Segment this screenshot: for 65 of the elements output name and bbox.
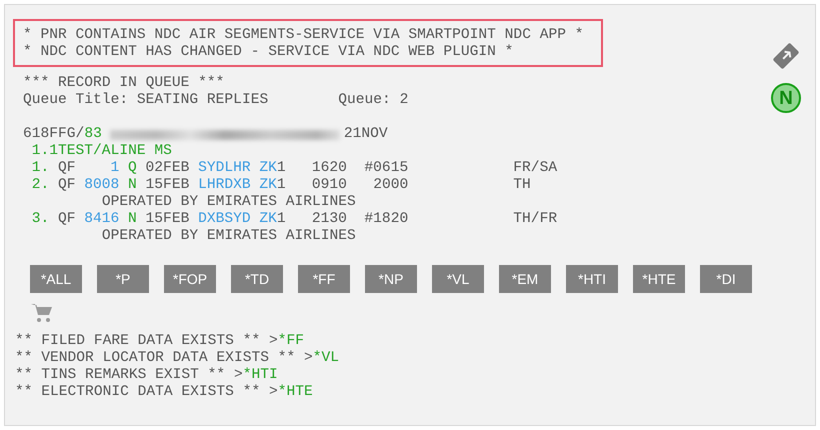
travel-days: FR/SA xyxy=(513,160,558,176)
travel-date: 15FEB xyxy=(146,177,190,193)
command-button[interactable]: *VL xyxy=(432,265,484,293)
command-button[interactable]: *HTI xyxy=(566,265,618,293)
notice-text: ** ELECTRONIC DATA EXISTS ** > xyxy=(15,384,278,401)
alert-line: * NDC CONTENT HAS CHANGED - SERVICE VIA NDC WEB PLUGIN * xyxy=(23,44,514,61)
arrival-time: #0615 xyxy=(364,160,408,176)
route: LHRDXB xyxy=(198,177,251,193)
operated-by: OPERATED BY EMIRATES AIRLINES xyxy=(102,194,356,211)
route: DXBSYD xyxy=(198,211,251,227)
booking-class: Q xyxy=(128,160,137,176)
record-date: 21NOV xyxy=(344,126,388,143)
command-button[interactable]: *DI xyxy=(700,265,752,293)
operated-by: OPERATED BY EMIRATES AIRLINES xyxy=(102,228,356,245)
cart-icon[interactable] xyxy=(31,303,53,323)
notice-text: ** TINS REMARKS EXIST ** > xyxy=(15,367,243,384)
segment-number: 3. xyxy=(32,211,50,227)
departure-time: 0910 xyxy=(312,177,347,193)
arrival-time: 2000 xyxy=(373,177,408,193)
command-button[interactable]: *FOP xyxy=(164,265,216,293)
command-button[interactable]: *P xyxy=(97,265,149,293)
booking-class: N xyxy=(128,211,137,227)
seat-count: 1 xyxy=(276,160,286,176)
booking-class: N xyxy=(128,177,137,193)
airline-code: QF xyxy=(58,211,76,227)
segment-number: 1. xyxy=(32,160,50,176)
segment-status: ZK xyxy=(259,177,277,193)
command-button[interactable]: *TD xyxy=(231,265,283,293)
travel-days: TH/FR xyxy=(513,211,558,227)
command-button[interactable]: *EM xyxy=(499,265,551,293)
seat-count: 1 xyxy=(276,177,286,193)
notice-command[interactable]: *HTI xyxy=(242,367,278,384)
command-button[interactable]: *HTE xyxy=(633,265,685,293)
notice-command[interactable]: *FF xyxy=(278,333,304,350)
command-button[interactable]: *ALL xyxy=(30,265,82,293)
departure-time: 2130 xyxy=(312,211,347,227)
notice-text: ** VENDOR LOCATOR DATA EXISTS ** > xyxy=(15,350,313,367)
record-locator: 618FFG/ xyxy=(23,126,84,143)
flight-number: 8008 xyxy=(84,177,120,193)
travel-days: TH xyxy=(513,177,531,193)
segment-number: 2. xyxy=(32,177,50,193)
arrival-time: #1820 xyxy=(364,211,408,227)
queue-number: Queue: 2 xyxy=(338,92,408,109)
flight-number: 1 xyxy=(110,160,120,176)
command-button[interactable]: *FF xyxy=(298,265,350,293)
route: SYDLHR xyxy=(198,160,251,176)
queue-title: Queue Title: SEATING REPLIES xyxy=(23,92,270,109)
agent-code: 83 xyxy=(84,126,102,143)
airline-code: QF xyxy=(58,177,76,193)
airline-code: QF xyxy=(58,160,76,176)
notice-command[interactable]: *HTE xyxy=(278,384,313,401)
command-button[interactable]: *NP xyxy=(365,265,417,293)
flight-number: 8416 xyxy=(84,211,120,227)
segment-status: ZK xyxy=(259,211,277,227)
status-badge: N xyxy=(771,83,801,113)
segment-status: ZK xyxy=(259,160,277,176)
alert-line: * PNR CONTAINS NDC AIR SEGMENTS-SERVICE VIA SMARTPOINT NDC APP * xyxy=(23,27,584,44)
departure-time: 1620 xyxy=(312,160,347,176)
seat-count: 1 xyxy=(276,211,286,227)
travel-date: 15FEB xyxy=(146,211,190,227)
travel-date: 02FEB xyxy=(146,160,190,176)
passenger-name: 1.1TEST/ALINE MS xyxy=(32,143,172,160)
queue-heading: *** RECORD IN QUEUE *** xyxy=(23,75,224,92)
notice-command[interactable]: *VL xyxy=(312,350,340,367)
notice-text: ** FILED FARE DATA EXISTS ** > xyxy=(15,333,278,350)
